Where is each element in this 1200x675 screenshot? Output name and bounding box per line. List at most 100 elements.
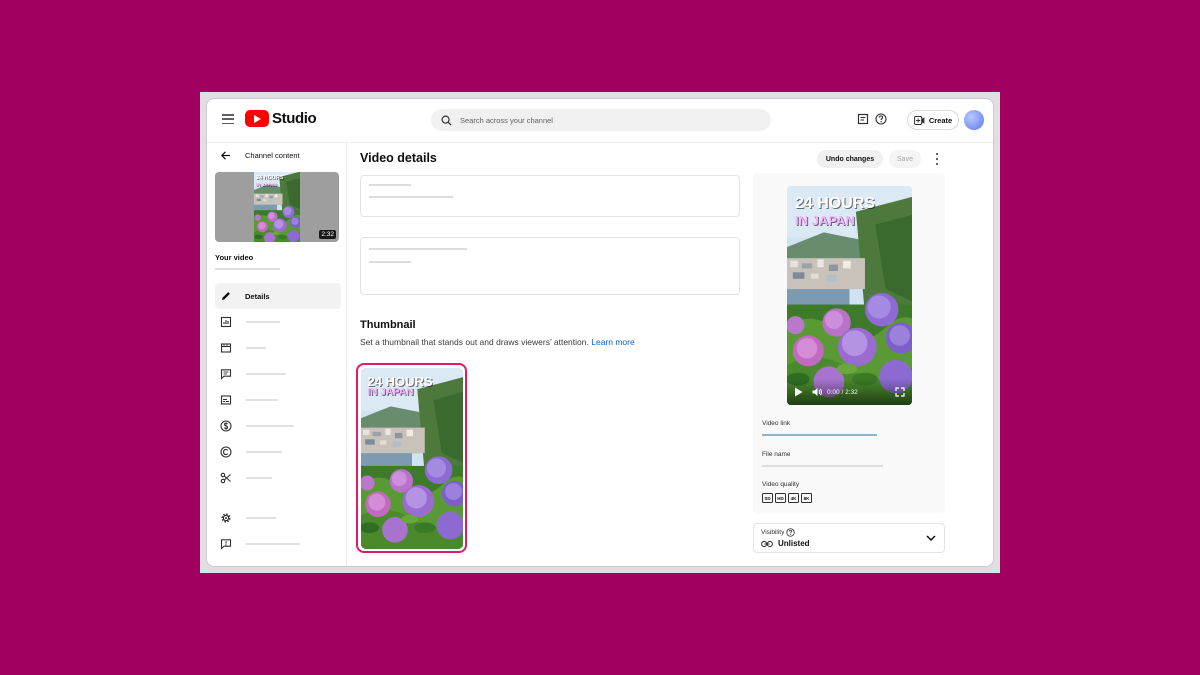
main-content: Video details Undo changes Save Thumbnai… [347,143,993,566]
top-bar: Studio Create [207,99,993,143]
field-label-placeholder [369,184,411,186]
help-icon[interactable] [786,528,796,537]
file-name-placeholder [762,465,883,467]
chevron-down-icon [926,535,936,542]
visibility-label-row: Visibility [761,528,796,537]
video-quality-label: Video quality [762,481,800,488]
help-icon[interactable] [875,113,887,125]
sidebar-item-comments[interactable] [215,361,341,387]
overlay-title-line2: IN JAPAN [256,182,277,187]
player-controls: 0:00 / 2:32 [787,379,912,405]
field-value-placeholder [369,196,453,198]
field-label-placeholder [369,248,467,250]
back-label: Channel content [245,151,300,160]
video-player[interactable]: 24 HOURS IN JAPAN 0:00 / 2:32 [787,186,912,405]
search-bar[interactable] [431,109,771,131]
video-thumbnail-image: 24 HOURS IN JAPAN [254,172,300,242]
sidebar-label-placeholder [246,347,266,349]
thumbnail-description-text: Set a thumbnail that stands out and draw… [360,337,589,347]
screenshot-frame: Studio Create Channel content [200,92,1000,573]
volume-icon[interactable] [812,387,823,397]
sidebar-label-placeholder [246,399,278,401]
sidebar-label-placeholder [246,425,294,427]
sidebar-item-clips[interactable] [215,465,341,491]
thumbnail-heading: Thumbnail [360,319,416,331]
overlay-title-line2: IN JAPAN [795,213,855,228]
sidebar-label-placeholder [246,477,272,479]
your-video-label: Your video [215,253,254,262]
sidebar-item-monetization[interactable] [215,413,341,439]
visibility-dropdown[interactable]: Visibility Unlisted [753,523,945,553]
sidebar-item-copyright[interactable] [215,439,341,465]
more-options-icon[interactable] [933,152,941,166]
studio-window: Studio Create Channel content [206,98,994,567]
title-field[interactable] [360,175,740,217]
video-title-placeholder [215,268,280,270]
pencil-icon [222,292,230,300]
learn-more-link[interactable]: Learn more [591,337,634,347]
page-title: Video details [360,151,437,165]
feedback-icon[interactable] [857,113,869,125]
scissors-icon [220,472,231,484]
quality-badge-4k: 4K [788,493,799,503]
link-icon [761,540,773,547]
video-link-label: Video link [762,420,791,427]
search-input[interactable] [460,115,750,125]
comments-icon [220,369,232,380]
sidebar-label-placeholder [246,373,286,375]
quality-badge-hd: HD [775,493,786,503]
thumbnail-image: 24 HOURS IN JAPAN [361,368,463,549]
video-duration-badge: 2:32 [319,230,336,239]
youtube-play-logo-icon [245,110,269,127]
quality-badge-sd: SD [762,493,773,503]
studio-logo[interactable]: Studio [245,110,317,127]
video-link-placeholder[interactable] [762,434,877,436]
overlay-title-line1: 24 HOURS [367,373,433,389]
thumbnail-description: Set a thumbnail that stands out and draw… [360,337,635,347]
selected-thumbnail[interactable]: 24 HOURS IN JAPAN [356,363,467,553]
sidebar-item-analytics[interactable] [215,309,341,335]
sidebar-label-placeholder [246,451,282,453]
menu-icon[interactable] [222,114,234,124]
visibility-value-row: Unlisted [761,539,810,548]
sidebar-item-label: Details [245,291,270,301]
video-quality-badges: SD HD 4K 8K [762,493,814,503]
sidebar-item-send-feedback[interactable] [215,531,341,557]
sidebar-nav: Details [215,283,341,557]
description-field[interactable] [360,237,740,295]
create-button[interactable]: Create [907,110,959,130]
file-name-label: File name [762,451,791,458]
save-button[interactable]: Save [889,150,921,168]
feedback-alert-icon [220,539,232,550]
sidebar-label-placeholder [246,543,300,545]
overlay-title-line1: 24 HOURS [256,175,284,181]
sidebar-item-editor[interactable] [215,335,341,361]
overlay-title-line2: IN JAPAN [367,386,414,398]
visibility-label: Visibility [761,529,785,536]
overlay-title-line1: 24 HOURS [795,195,876,212]
video-thumbnail-small[interactable]: 24 HOURS IN JAPAN 2:32 [215,172,339,242]
gear-icon [221,513,231,523]
play-icon[interactable] [794,387,803,397]
undo-changes-button[interactable]: Undo changes [817,150,883,168]
sidebar-item-settings[interactable] [215,505,341,531]
sidebar-item-subtitles[interactable] [215,387,341,413]
sidebar-item-details[interactable]: Details [215,283,341,309]
avatar[interactable] [964,110,984,130]
create-video-icon [913,115,925,125]
editor-icon [220,343,232,353]
analytics-icon [220,316,232,328]
dollar-icon [220,420,232,432]
sidebar-label-placeholder [246,517,276,519]
fullscreen-icon[interactable] [895,387,905,397]
back-to-channel-content[interactable]: Channel content [220,150,300,161]
field-value-placeholder [369,261,411,263]
copyright-icon [220,446,232,458]
subtitles-icon [220,395,232,405]
arrow-back-icon [220,151,231,160]
video-preview-panel: 24 HOURS IN JAPAN 0:00 / 2:32 Video link… [753,173,945,513]
player-time: 0:00 / 2:32 [827,388,858,396]
visibility-value: Unlisted [778,539,810,548]
logo-text: Studio [272,110,317,127]
quality-badge-8k: 8K [801,493,812,503]
